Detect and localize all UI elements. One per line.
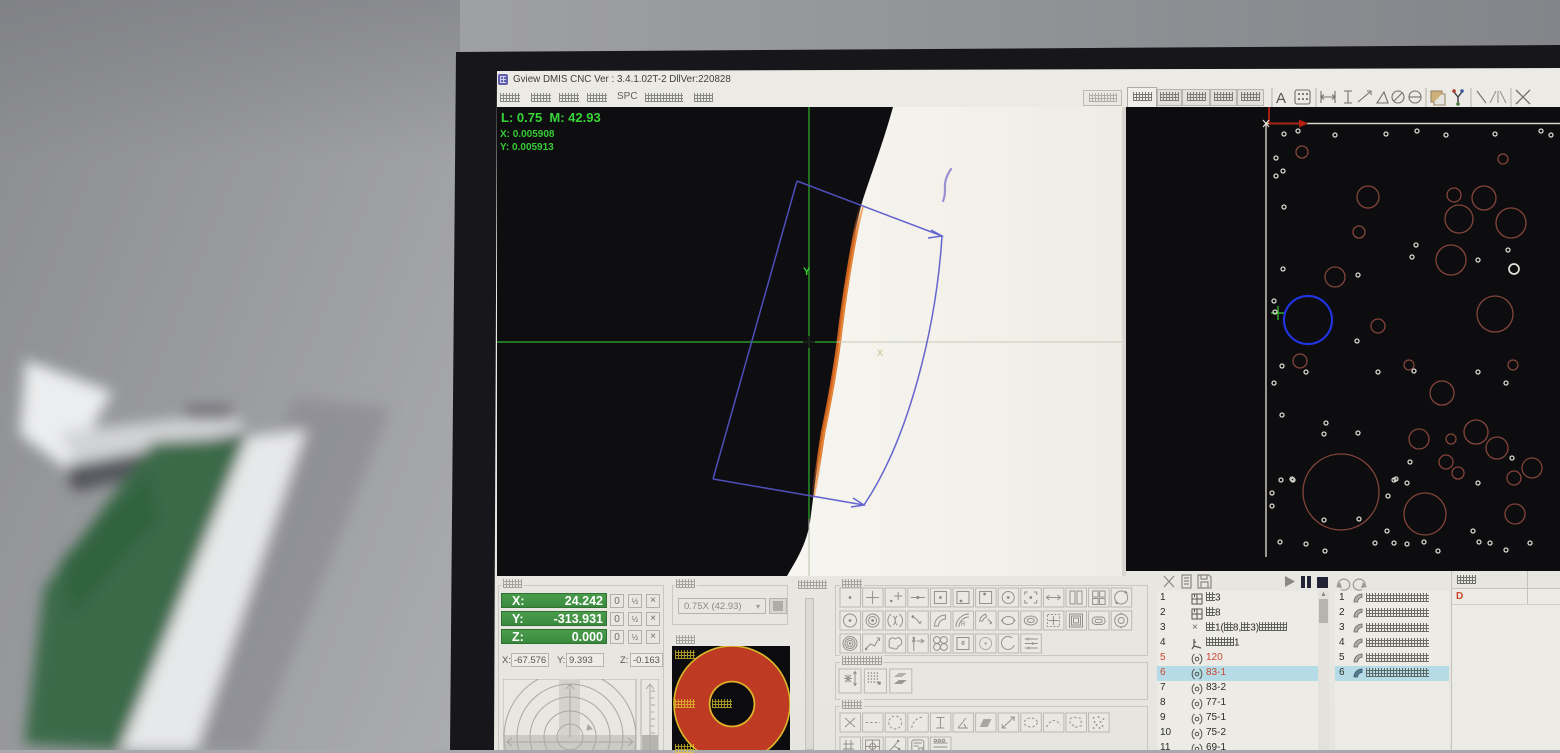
svg-text:Y: 0.005913: Y: 0.005913 xyxy=(500,142,554,153)
svg-text:X: 0.005908: X: 0.005908 xyxy=(500,129,555,140)
svg-text:L: 0.75 M: 42.93: L: 0.75 M: 42.93 xyxy=(501,110,601,125)
svg-text:R: R xyxy=(961,622,966,628)
svg-text:■: ■ xyxy=(877,681,881,687)
svg-text:A: A xyxy=(1276,90,1286,107)
svg-text:X: X xyxy=(877,348,883,358)
svg-text:Y: Y xyxy=(803,266,811,278)
